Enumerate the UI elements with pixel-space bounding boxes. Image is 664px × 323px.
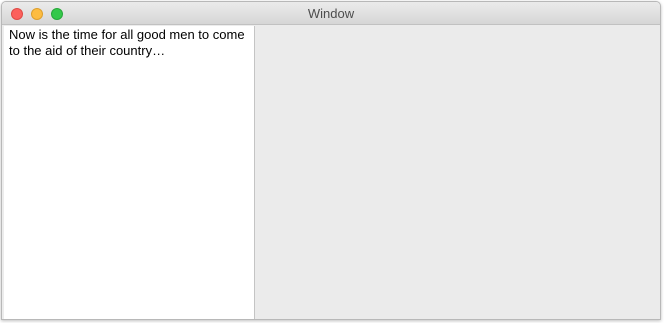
empty-pane: [255, 25, 660, 319]
window-title: Window: [307, 6, 355, 21]
app-window: Window Now is the time for all good men …: [1, 1, 661, 320]
text-view[interactable]: Now is the time for all good men to come…: [4, 26, 255, 319]
title-bar[interactable]: Window: [2, 2, 660, 25]
text-content[interactable]: Now is the time for all good men to come…: [9, 27, 249, 59]
window-content: Now is the time for all good men to come…: [2, 25, 660, 319]
